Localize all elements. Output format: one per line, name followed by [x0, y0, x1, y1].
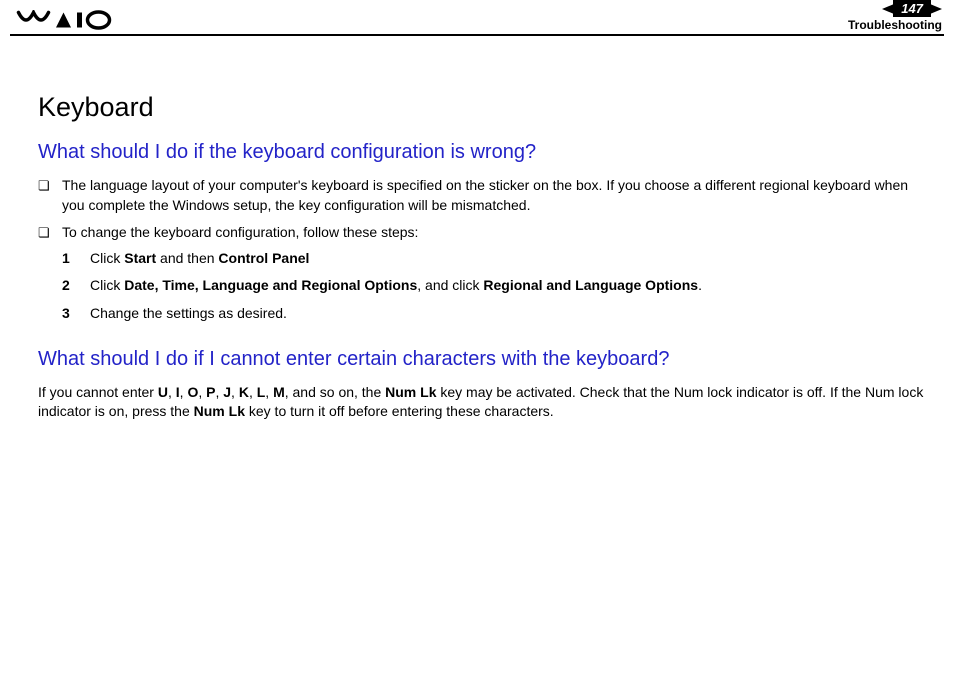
bullet-icon: ❏	[38, 223, 62, 242]
section2-heading: What should I do if I cannot enter certa…	[38, 348, 924, 371]
section1-bullets: ❏ The language layout of your computer's…	[38, 176, 924, 332]
next-page-arrow-icon[interactable]	[930, 4, 942, 14]
bullet-item: ❏ The language layout of your computer's…	[38, 176, 924, 215]
bullet-item: ❏ To change the keyboard configuration, …	[38, 223, 924, 331]
section-label: Troubleshooting	[848, 18, 942, 32]
page-indicator: 147	[882, 0, 942, 17]
step-text: Click Date, Time, Language and Regional …	[90, 276, 924, 296]
step-text: Click Start and then Control Panel	[90, 249, 924, 269]
bullet-text: To change the keyboard configuration, fo…	[62, 224, 418, 240]
header-rule	[10, 34, 944, 36]
step-item: 3 Change the settings as desired.	[62, 304, 924, 324]
bullet-icon: ❏	[38, 176, 62, 195]
page-title: Keyboard	[38, 92, 924, 123]
step-item: 1 Click Start and then Control Panel	[62, 249, 924, 269]
bullet-text: The language layout of your computer's k…	[62, 176, 924, 215]
step-item: 2 Click Date, Time, Language and Regiona…	[62, 276, 924, 296]
step-number: 3	[62, 304, 90, 324]
step-text: Change the settings as desired.	[90, 304, 924, 324]
section2-para: If you cannot enter U, I, O, P, J, K, L,…	[38, 383, 924, 422]
step-number: 2	[62, 276, 90, 296]
page-header: 147 Troubleshooting	[0, 0, 954, 36]
steps-list: 1 Click Start and then Control Panel 2 C…	[62, 249, 924, 324]
vaio-logo	[16, 10, 116, 35]
bullet-body: To change the keyboard configuration, fo…	[62, 223, 924, 331]
step-number: 1	[62, 249, 90, 269]
section1-heading: What should I do if the keyboard configu…	[38, 141, 924, 164]
content: Keyboard What should I do if the keyboar…	[0, 36, 954, 422]
page-number: 147	[893, 0, 931, 17]
